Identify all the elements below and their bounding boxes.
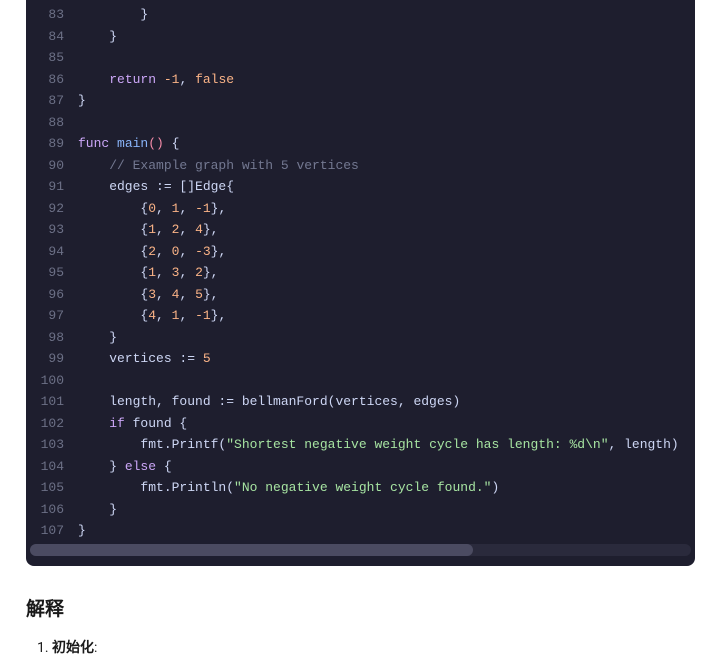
code-line: 105 fmt.Println("No negative weight cycl… [26, 477, 695, 499]
code-line: 90 // Example graph with 5 vertices [26, 155, 695, 177]
line-code: } [78, 26, 695, 48]
line-number: 84 [26, 26, 78, 48]
code-line: 97 {4, 1, -1}, [26, 305, 695, 327]
code-line: 85 [26, 47, 695, 69]
line-code: if found { [78, 413, 695, 435]
line-code: {1, 2, 4}, [78, 219, 695, 241]
line-number: 95 [26, 262, 78, 284]
code-line: 101 length, found := bellmanFord(vertice… [26, 391, 695, 413]
line-number: 107 [26, 520, 78, 542]
code-block: 83 }84 }8586 return -1, false87}8889func… [26, 0, 695, 566]
code-lines: 83 }84 }8586 return -1, false87}8889func… [26, 4, 695, 542]
line-code: } [78, 4, 695, 26]
code-line: 106 } [26, 499, 695, 521]
horizontal-scrollbar[interactable] [30, 544, 691, 556]
line-code: func main() { [78, 133, 695, 155]
code-line: 84 } [26, 26, 695, 48]
line-code: } [78, 327, 695, 349]
line-number: 92 [26, 198, 78, 220]
code-line: 93 {1, 2, 4}, [26, 219, 695, 241]
line-number: 93 [26, 219, 78, 241]
line-code: {2, 0, -3}, [78, 241, 695, 263]
line-code: vertices := 5 [78, 348, 695, 370]
line-code: // Example graph with 5 vertices [78, 155, 695, 177]
line-code: fmt.Printf("Shortest negative weight cyc… [78, 434, 695, 456]
code-line: 92 {0, 1, -1}, [26, 198, 695, 220]
line-number: 83 [26, 4, 78, 26]
code-line: 103 fmt.Printf("Shortest negative weight… [26, 434, 695, 456]
line-number: 99 [26, 348, 78, 370]
code-line: 83 } [26, 4, 695, 26]
line-code: {0, 1, -1}, [78, 198, 695, 220]
line-code: } [78, 499, 695, 521]
line-code: fmt.Println("No negative weight cycle fo… [78, 477, 695, 499]
line-number: 91 [26, 176, 78, 198]
line-number: 90 [26, 155, 78, 177]
line-code: } else { [78, 456, 695, 478]
line-code: length, found := bellmanFord(vertices, e… [78, 391, 695, 413]
code-line: 102 if found { [26, 413, 695, 435]
code-line: 98 } [26, 327, 695, 349]
code-line: 86 return -1, false [26, 69, 695, 91]
line-number: 85 [26, 47, 78, 69]
line-number: 104 [26, 456, 78, 478]
code-line: 94 {2, 0, -3}, [26, 241, 695, 263]
code-line: 95 {1, 3, 2}, [26, 262, 695, 284]
line-code: return -1, false [78, 69, 695, 91]
line-number: 101 [26, 391, 78, 413]
code-line: 88 [26, 112, 695, 134]
code-line: 99 vertices := 5 [26, 348, 695, 370]
code-line: 89func main() { [26, 133, 695, 155]
code-line: 91 edges := []Edge{ [26, 176, 695, 198]
line-code: {4, 1, -1}, [78, 305, 695, 327]
line-code: {1, 3, 2}, [78, 262, 695, 284]
line-code: edges := []Edge{ [78, 176, 695, 198]
line-number: 100 [26, 370, 78, 392]
line-number: 102 [26, 413, 78, 435]
list-item-suffix: : [94, 640, 97, 656]
line-code [78, 47, 695, 69]
explanation-list: 初始化: [26, 637, 695, 657]
line-number: 89 [26, 133, 78, 155]
line-number: 96 [26, 284, 78, 306]
line-code [78, 112, 695, 134]
line-code: } [78, 90, 695, 112]
code-line: 104 } else { [26, 456, 695, 478]
code-line: 100 [26, 370, 695, 392]
list-item: 初始化: [52, 637, 695, 657]
list-item-title: 初始化 [52, 640, 94, 656]
line-number: 98 [26, 327, 78, 349]
code-line: 96 {3, 4, 5}, [26, 284, 695, 306]
line-number: 103 [26, 434, 78, 456]
explanation-section: 解释 初始化: [26, 594, 695, 657]
line-number: 94 [26, 241, 78, 263]
code-line: 107} [26, 520, 695, 542]
scrollbar-thumb[interactable] [30, 544, 473, 556]
code-line: 87} [26, 90, 695, 112]
line-number: 97 [26, 305, 78, 327]
line-number: 106 [26, 499, 78, 521]
line-number: 88 [26, 112, 78, 134]
line-number: 105 [26, 477, 78, 499]
line-number: 87 [26, 90, 78, 112]
explanation-heading: 解释 [26, 594, 695, 621]
line-code: } [78, 520, 695, 542]
line-code: {3, 4, 5}, [78, 284, 695, 306]
line-number: 86 [26, 69, 78, 91]
line-code [78, 370, 695, 392]
